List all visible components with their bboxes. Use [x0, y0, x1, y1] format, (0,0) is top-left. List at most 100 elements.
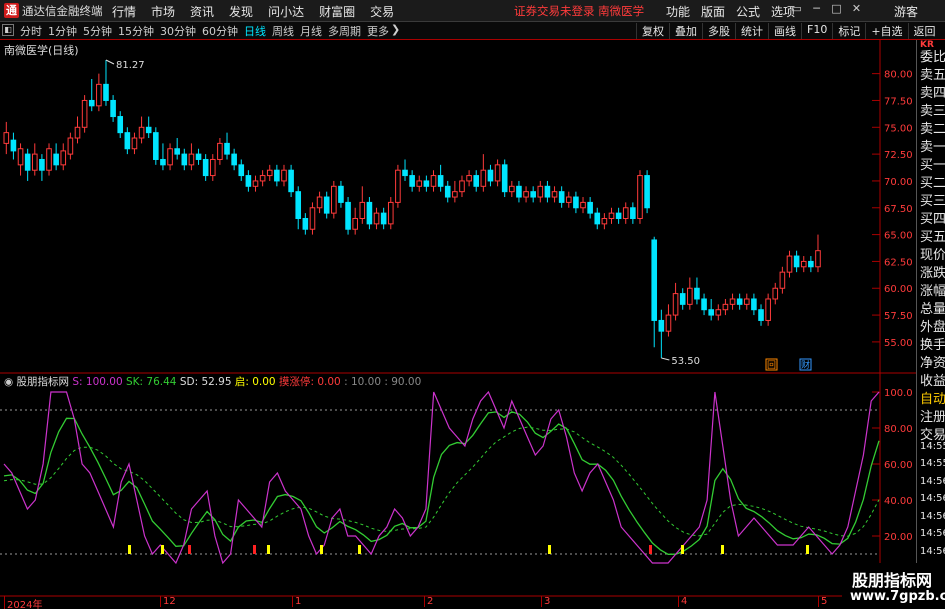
minimize-icon[interactable]: ─	[810, 2, 823, 15]
maximize-icon[interactable]: □	[830, 2, 843, 15]
indicator-header: ◉ 股朋指标网 S: 100.00 SK: 76.44 SD: 52.95 启:…	[4, 374, 421, 389]
signal-bar	[320, 545, 323, 554]
period-tab[interactable]: 60分钟	[202, 23, 238, 39]
right-menu-item[interactable]: 公式	[736, 3, 760, 20]
title-bar: 通 通达信金融终端 行情 市场 资讯 发现 问小达 财富圈 交易 证券交易未登录 南微医学 …	[0, 0, 945, 22]
signal-bar	[161, 545, 164, 554]
side-panel-item[interactable]: 14:56	[920, 511, 945, 522]
chart-tool-button[interactable]: 画线	[768, 23, 801, 39]
period-tab[interactable]: 15分钟	[118, 23, 154, 39]
candle-body	[772, 287, 779, 300]
chart-tool-button[interactable]: 多股	[702, 23, 735, 39]
side-panel-item[interactable]: 注册	[920, 406, 945, 425]
indicator-tick-label: 20.00	[884, 532, 913, 543]
candle-body	[288, 169, 294, 193]
skin-icon[interactable]: ▭	[790, 2, 803, 15]
side-panel-item: 净资	[920, 356, 945, 371]
candle-body	[60, 150, 67, 166]
candle-body	[323, 196, 330, 214]
period-tab[interactable]: 1分钟	[48, 23, 77, 39]
candle-body	[687, 287, 693, 305]
candle-body	[580, 201, 586, 209]
period-tab[interactable]: 分时	[20, 23, 42, 39]
side-panel-item: 涨跌	[920, 266, 945, 281]
candle-body	[516, 185, 522, 198]
indicator-toggle-icon[interactable]: ◉	[4, 376, 17, 388]
period-tab[interactable]: 多周期	[328, 23, 361, 39]
candle-body	[366, 201, 373, 225]
candle-body	[138, 126, 145, 139]
signal-bar	[548, 545, 551, 554]
period-tab[interactable]: 月线	[300, 23, 322, 39]
side-panel-item[interactable]: 14:56	[920, 546, 945, 557]
chart-tool-button[interactable]: 标记	[832, 23, 865, 39]
period-tab[interactable]: 30分钟	[160, 23, 196, 39]
right-menu-item[interactable]: 功能	[666, 3, 690, 20]
menu-item[interactable]: 行情	[112, 3, 136, 20]
chart-tool-button[interactable]: 叠加	[669, 23, 702, 39]
period-tab[interactable]: 周线	[272, 23, 294, 39]
side-panel-item: 收益	[920, 374, 945, 389]
price-tick-label: 80.00	[884, 70, 913, 81]
side-panel-item: 换手	[920, 338, 945, 353]
guest-button[interactable]: 游客	[894, 3, 918, 20]
side-panel-item[interactable]: 14:56	[920, 528, 945, 539]
signal-bar	[721, 545, 724, 554]
close-icon[interactable]: ✕	[850, 2, 863, 15]
period-tabs: ◧ 分时 1分钟 5分钟 15分钟 30分钟 60分钟 日线 周线 月线 多周期 更多 ❯	[2, 23, 406, 39]
menu-item[interactable]: 资讯	[190, 3, 214, 20]
login-status[interactable]: 证券交易未登录 南微医学	[514, 3, 644, 19]
sd-line	[3, 426, 880, 537]
side-panel-item[interactable]: 自动	[920, 388, 945, 407]
candle-body	[96, 83, 102, 107]
candle-body	[259, 175, 266, 182]
app-logo-icon[interactable]: 通	[4, 3, 19, 18]
candle-body	[793, 255, 800, 268]
menu-item[interactable]: 财富圈	[319, 3, 355, 20]
indicator-name[interactable]: 股朋指标网	[17, 376, 70, 388]
more-chevron-icon[interactable]: ❯	[391, 23, 400, 39]
signal-bar	[253, 545, 256, 554]
candle-body	[387, 201, 394, 225]
candle-body	[630, 207, 636, 219]
candle-body	[701, 298, 707, 311]
candle-body	[537, 185, 544, 198]
price-tick-label: 67.50	[884, 204, 913, 215]
time-axis-label: 12	[160, 596, 176, 607]
price-tick-label: 65.00	[884, 231, 913, 242]
period-tab[interactable]: 5分钟	[83, 23, 112, 39]
chart-tool-button[interactable]: +自选	[865, 23, 907, 39]
period-tab[interactable]: 更多	[367, 23, 389, 39]
menu-item[interactable]: 交易	[370, 3, 394, 20]
candle-body	[202, 158, 209, 177]
candle-body	[316, 196, 323, 209]
candle-body	[444, 185, 451, 198]
candle-body	[160, 158, 166, 166]
candle-body	[494, 164, 501, 182]
chart-tool-button[interactable]: 统计	[735, 23, 768, 39]
kline-chart[interactable]: 80.00 77.50 75.00 72.50 70.00 67.50 65.00 62.50…	[0, 40, 916, 609]
menu-item[interactable]: 问小达	[268, 3, 304, 20]
candle-body	[74, 126, 81, 139]
side-panel-item[interactable]: 14:56	[920, 493, 945, 504]
candle-body	[331, 185, 337, 214]
side-panel-item[interactable]: 14:55	[920, 458, 945, 469]
app-name: 通达信金融终端	[22, 4, 103, 18]
side-panel-item: 买三	[920, 194, 945, 209]
side-panel-item: 委比	[920, 50, 945, 65]
right-menu-item[interactable]: 版面	[701, 3, 725, 20]
period-tab[interactable]: 日线	[244, 23, 266, 39]
candle-body	[266, 169, 273, 177]
candle-body	[466, 175, 472, 182]
chart-tool-button[interactable]: 返回	[907, 23, 941, 39]
signal-bar	[358, 545, 361, 554]
menu-item[interactable]: 市场	[151, 3, 175, 20]
chart-tool-button[interactable]: F10	[801, 23, 832, 39]
s-line	[3, 390, 880, 565]
chart-tool-button[interactable]: 复权	[636, 23, 669, 39]
side-panel-item[interactable]: 14:56	[920, 476, 945, 487]
layout-toggle-icon[interactable]: ◧	[2, 24, 14, 36]
candle-body	[110, 99, 116, 118]
menu-item[interactable]: 发现	[229, 3, 253, 20]
side-panel-item[interactable]: 14:55	[920, 441, 945, 452]
